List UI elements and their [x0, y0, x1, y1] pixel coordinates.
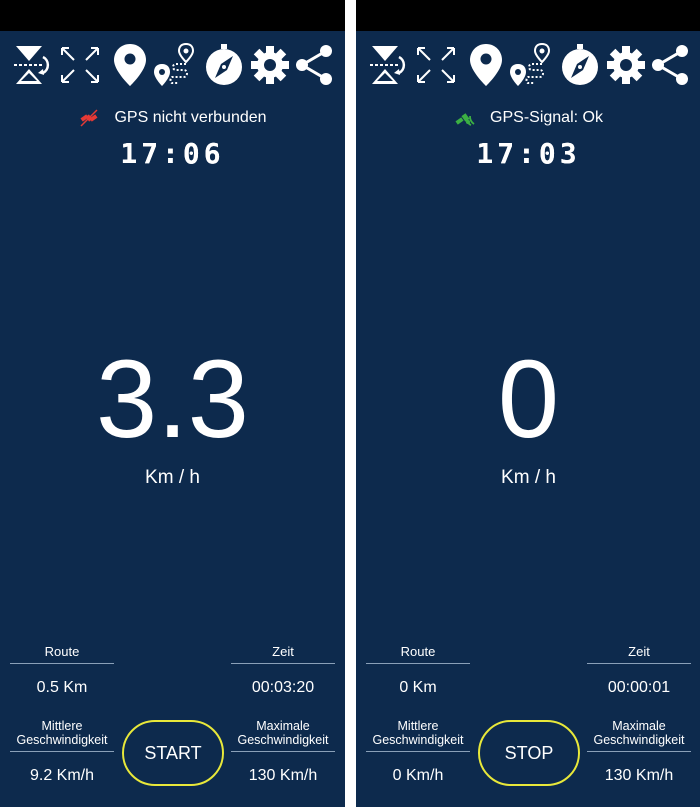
- divider: [366, 663, 470, 664]
- share-icon[interactable]: [292, 42, 336, 88]
- divider: [10, 663, 114, 664]
- status-bar: [356, 0, 700, 31]
- app-screen-right: GPS-Signal: Ok 17:03 0 Km / h Route 0 Km…: [356, 0, 700, 807]
- gps-status-text: GPS nicht verbunden: [114, 109, 267, 126]
- start-button[interactable]: START: [122, 720, 224, 786]
- divider: [366, 751, 470, 752]
- gps-status-row: GPS-Signal: Ok: [356, 107, 700, 129]
- route-stat: Route 0 Km: [366, 633, 470, 697]
- hourglass-rotate-icon[interactable]: [12, 42, 56, 88]
- route-icon[interactable]: [152, 42, 196, 88]
- max-speed-label: Maximale Geschwindigkeit: [237, 719, 329, 747]
- share-icon[interactable]: [648, 42, 692, 88]
- route-label: Route: [44, 644, 80, 659]
- location-pin-icon[interactable]: [464, 42, 508, 88]
- route-value: 0.5 Km: [36, 679, 88, 696]
- divider: [231, 663, 335, 664]
- divider: [587, 663, 691, 664]
- satellite-off-icon: [78, 107, 100, 129]
- avg-speed-value: 0 Km/h: [392, 767, 444, 784]
- time-label: Zeit: [628, 644, 650, 659]
- gear-icon[interactable]: [248, 42, 292, 88]
- divider: [231, 751, 335, 752]
- time-stat: Zeit 00:00:01: [587, 633, 691, 697]
- location-pin-icon[interactable]: [108, 42, 152, 88]
- avg-speed-value: 9.2 Km/h: [29, 767, 95, 784]
- speed-unit: Km / h: [501, 467, 556, 488]
- status-bar: [0, 0, 345, 31]
- divider: [10, 751, 114, 752]
- clock-display: 17:06: [120, 137, 225, 170]
- toolbar: [368, 42, 692, 88]
- hourglass-rotate-icon[interactable]: [368, 42, 412, 88]
- route-stat: Route 0.5 Km: [10, 633, 114, 697]
- avg-speed-stat: Mittlere Geschwindigkeit 0 Km/h: [366, 719, 470, 785]
- max-speed-value: 130 Km/h: [604, 767, 674, 784]
- time-label: Zeit: [272, 644, 294, 659]
- max-speed-stat: Maximale Geschwindigkeit 130 Km/h: [587, 719, 691, 785]
- compass-icon[interactable]: [202, 42, 246, 88]
- gps-status-text: GPS-Signal: Ok: [490, 109, 603, 126]
- avg-speed-label: Mittlere Geschwindigkeit: [372, 719, 464, 747]
- max-speed-stat: Maximale Geschwindigkeit 130 Km/h: [231, 719, 335, 785]
- max-speed-label: Maximale Geschwindigkeit: [593, 719, 685, 747]
- stop-button[interactable]: STOP: [478, 720, 580, 786]
- speed-value: 3.3: [96, 338, 249, 461]
- time-value: 00:00:01: [607, 679, 671, 696]
- route-value: 0 Km: [399, 679, 437, 696]
- route-icon[interactable]: [508, 42, 552, 88]
- app-screen-left: GPS nicht verbunden 17:06 3.3 Km / h Rou…: [0, 0, 345, 807]
- time-value: 00:03:20: [251, 679, 315, 696]
- avg-speed-label: Mittlere Geschwindigkeit: [16, 719, 108, 747]
- time-stat: Zeit 00:03:20: [231, 633, 335, 697]
- avg-speed-stat: Mittlere Geschwindigkeit 9.2 Km/h: [10, 719, 114, 785]
- satellite-ok-icon: [454, 107, 476, 129]
- route-label: Route: [400, 644, 436, 659]
- toolbar: [12, 42, 336, 88]
- gear-icon[interactable]: [604, 42, 648, 88]
- gps-status-row: GPS nicht verbunden: [0, 107, 345, 129]
- clock-display: 17:03: [476, 137, 581, 170]
- speed-unit: Km / h: [145, 467, 200, 488]
- divider: [587, 751, 691, 752]
- expand-icon[interactable]: [414, 42, 458, 88]
- expand-icon[interactable]: [58, 42, 102, 88]
- compass-icon[interactable]: [558, 42, 602, 88]
- speed-value: 0: [497, 338, 560, 461]
- max-speed-value: 130 Km/h: [248, 767, 318, 784]
